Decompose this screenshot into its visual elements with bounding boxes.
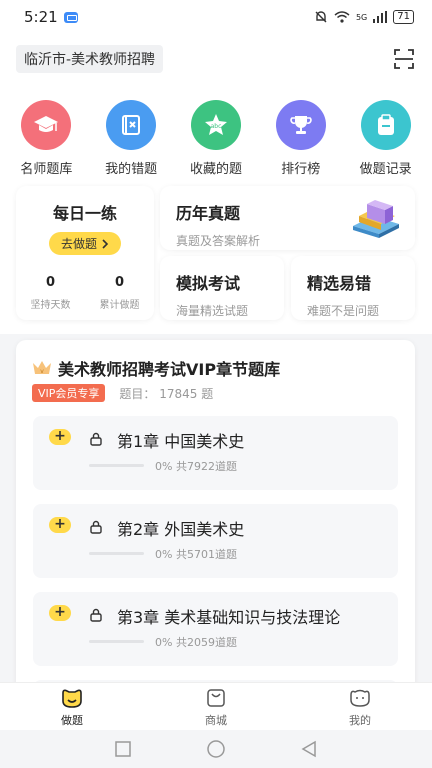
vip-bank-title: 美术教师招聘考试VIP章节题库	[58, 360, 281, 379]
profile-face-icon	[350, 689, 370, 707]
stat-label: 坚持天数	[30, 300, 71, 311]
header: 临沂市-美术教师招聘	[0, 34, 432, 84]
home-icon[interactable]	[206, 739, 226, 759]
stat-streak-days: 0 坚持天数	[31, 275, 71, 311]
network-type-label: 5G	[355, 12, 368, 22]
status-bar: 5:21 5G 71	[0, 0, 432, 34]
chapter-title: 第1章 中国美术史	[117, 432, 245, 451]
lock-icon	[90, 608, 102, 622]
chapter-item-3[interactable]: + 第3章 美术基础知识与技法理论 0% 共2059道题	[33, 592, 398, 666]
books-icon	[353, 200, 399, 238]
recent-apps-icon[interactable]	[114, 740, 132, 758]
chapter-title: 第3章 美术基础知识与技法理论	[117, 608, 341, 627]
back-icon[interactable]	[300, 740, 318, 758]
quick-item-history[interactable]: 做题记录	[346, 100, 426, 177]
vip-chapter-bank: v 美术教师招聘考试VIP章节题库 VIP会员专享 题目： 17845 题 + …	[16, 340, 415, 700]
quick-label: 做题记录	[359, 162, 412, 177]
tab-mall[interactable]: 商城	[144, 683, 288, 730]
start-practice-label: 去做题	[60, 237, 97, 251]
chapter-title: 第2章 外国美术史	[117, 520, 245, 539]
trophy-icon	[275, 100, 326, 150]
city-exam-selector[interactable]: 临沂市-美术教师招聘	[16, 45, 164, 73]
quick-label: 排行榜	[281, 162, 321, 177]
mock-exam-title: 模拟考试	[176, 274, 241, 293]
quick-item-favorites[interactable]: abc 收藏的题	[176, 100, 256, 177]
daily-stats: 0 坚持天数 0 累计做题	[16, 275, 154, 311]
mute-bell-icon	[315, 11, 327, 23]
stat-label: 累计做题	[99, 300, 140, 311]
picked-errors-card[interactable]: 精选易错 难题不是问题	[291, 256, 415, 320]
clipboard-icon	[360, 100, 411, 150]
mock-exam-card[interactable]: 模拟考试 海量精选试题	[160, 256, 284, 320]
bottom-tab-bar: 做题 商城 我的	[0, 682, 432, 730]
mock-exam-subtitle: 海量精选试题	[176, 304, 249, 318]
daily-practice-card[interactable]: 每日一练 去做题 0 坚持天数 0 累计做题	[16, 186, 154, 320]
practice-face-icon	[62, 689, 82, 708]
star-abc-icon: abc	[190, 100, 241, 150]
picked-errors-subtitle: 难题不是问题	[307, 304, 380, 318]
graduation-cap-icon	[21, 100, 72, 150]
daily-practice-title: 每日一练	[52, 204, 117, 223]
battery-indicator: 71	[393, 10, 414, 24]
chapter-progress-text: 0% 共5701道题	[155, 548, 237, 561]
vip-subheader: VIP会员专享 题目： 17845 题	[16, 380, 415, 402]
shopping-bag-icon	[207, 689, 225, 707]
quick-item-ranking[interactable]: 排行榜	[261, 100, 341, 177]
chapter-progress-bar	[89, 640, 144, 643]
scan-icon[interactable]	[392, 47, 416, 71]
vip-member-badge: VIP会员专享	[32, 384, 106, 402]
quick-item-teacher-bank[interactable]: 名师题库	[6, 100, 86, 177]
vip-crown-icon: v	[33, 361, 51, 375]
tab-label: 做题	[61, 714, 83, 727]
quick-label: 我的错题	[105, 162, 158, 177]
question-count: 题目： 17845 题	[119, 386, 214, 401]
picked-errors-title: 精选易错	[307, 274, 372, 293]
chapter-progress-bar	[89, 552, 144, 555]
status-indicators: 5G 71	[314, 10, 414, 24]
system-navigation-bar	[0, 730, 432, 768]
svg-text:abc: abc	[211, 123, 222, 130]
tab-label: 商城	[205, 714, 227, 727]
chapter-item-1[interactable]: + 第1章 中国美术史 0% 共7922道题	[33, 416, 398, 490]
start-practice-button[interactable]: 去做题	[48, 232, 121, 255]
tab-profile[interactable]: 我的	[288, 683, 432, 730]
svg-text:v: v	[40, 368, 44, 375]
tab-practice[interactable]: 做题	[0, 683, 144, 730]
quick-label: 收藏的题	[189, 162, 242, 177]
quick-item-my-errors[interactable]: 我的错题	[91, 100, 171, 177]
signal-icon	[373, 11, 388, 23]
vip-header: v 美术教师招聘考试VIP章节题库	[16, 340, 415, 380]
status-time: 5:21	[24, 8, 58, 26]
chapter-item-2[interactable]: + 第2章 外国美术史 0% 共5701道题	[33, 504, 398, 578]
wifi-icon	[334, 11, 350, 23]
lock-icon	[90, 432, 102, 446]
chevron-right-icon	[102, 238, 109, 249]
chapter-progress-text: 0% 共2059道题	[155, 636, 237, 649]
expand-plus-icon[interactable]: +	[49, 605, 71, 621]
notebook-x-icon	[106, 100, 157, 150]
chapter-progress-text: 0% 共7922道题	[155, 460, 237, 473]
message-notification-icon	[63, 11, 78, 23]
expand-plus-icon[interactable]: +	[49, 517, 71, 533]
stat-total-questions: 0 累计做题	[100, 275, 140, 311]
lock-icon	[90, 520, 102, 534]
stat-value: 0	[114, 275, 125, 290]
quick-label: 名师题库	[20, 162, 73, 177]
expand-plus-icon[interactable]: +	[49, 429, 71, 445]
tab-label: 我的	[349, 714, 371, 727]
chapter-progress-bar	[89, 464, 144, 467]
past-exam-card[interactable]: 历年真题 真题及答案解析	[160, 186, 415, 250]
stat-value: 0	[45, 275, 56, 290]
quick-actions: 名师题库 我的错题 abc 收藏的题 排行榜 做题记录	[0, 100, 432, 177]
